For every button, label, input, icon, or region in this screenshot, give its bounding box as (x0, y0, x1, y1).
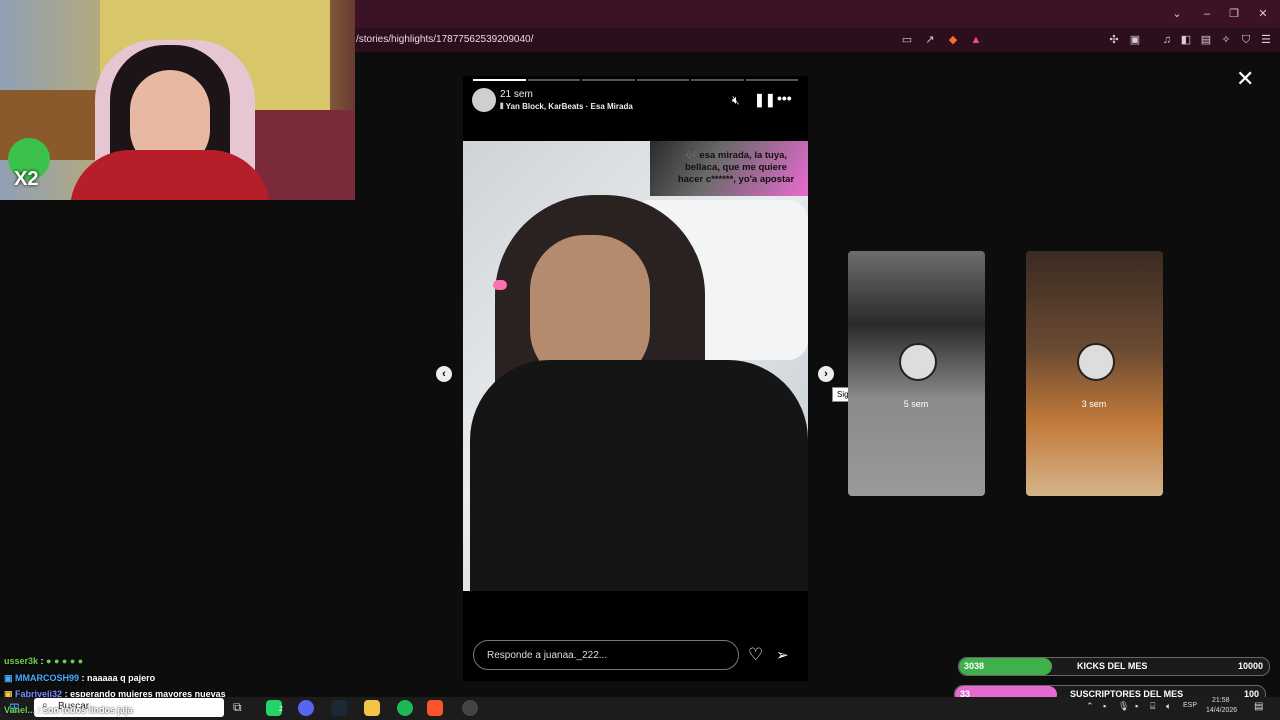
wallet-icon[interactable]: ▤ (1199, 33, 1213, 47)
volume-icon[interactable]: 🔈︎ (1166, 701, 1171, 712)
steam-icon[interactable] (331, 700, 347, 716)
chevron-left-icon: ‹ (442, 368, 446, 380)
story-progress-segment (582, 79, 635, 81)
badge-icon: ▣ (4, 673, 13, 683)
heart-icon[interactable]: ♡ (748, 645, 763, 665)
address-bar[interactable]: /stories/highlights/17877562539209040/ (356, 34, 533, 45)
story-caption: 🎶 esa mirada, la tuya, bellaca, que me q… (677, 150, 795, 185)
chat-username: Vanel... (4, 705, 36, 715)
task-view-icon[interactable]: ⧉ (233, 700, 242, 715)
chat-text: naaaaa q pajero (87, 673, 156, 683)
thumbnail-avatar (899, 343, 937, 381)
more-options-icon[interactable]: ••• (777, 90, 792, 106)
story-thumbnail[interactable]: 5 sem (848, 251, 985, 496)
thumbnail-avatar (1077, 343, 1115, 381)
story-progress-segment (636, 79, 689, 81)
language-indicator[interactable]: ESP (1183, 702, 1197, 709)
story-progress-segment (473, 79, 526, 81)
vpn-shield-icon[interactable]: ⛉ (1239, 33, 1253, 47)
story-progress-segment (527, 79, 580, 81)
chat-text: son todos lindos jaja (43, 705, 133, 715)
sidebar-icon[interactable]: ◧ (1179, 33, 1193, 47)
story-posted-ago: 21 sem (500, 89, 533, 100)
browser-titlebar (355, 0, 1280, 28)
obs-icon[interactable] (462, 700, 478, 716)
restore-icon[interactable]: ❐ (1227, 7, 1241, 21)
cast-icon[interactable]: ▭ (900, 33, 914, 47)
network-icon[interactable]: ⌸ (1150, 701, 1155, 712)
screenshot-icon[interactable]: ▣ (1128, 33, 1142, 47)
share-icon[interactable]: ↗ (923, 33, 937, 47)
previous-story-button[interactable]: ‹ (436, 366, 452, 382)
thumbnail-time: 3 sem (1081, 399, 1107, 409)
kicks-label: KICKS DEL MES (1077, 661, 1148, 671)
reply-placeholder: Responde a juanaa._222... (487, 650, 608, 661)
chevron-up-icon[interactable]: ⌃ (1086, 701, 1094, 712)
thumbnail-time: 5 sem (903, 399, 929, 409)
close-window-icon[interactable]: ✕ (1256, 7, 1270, 21)
hair-clip (493, 280, 507, 290)
leo-ai-icon[interactable]: ✧ (1219, 33, 1233, 47)
story-progress-segment (691, 79, 744, 81)
send-icon[interactable]: ➢ (776, 646, 789, 664)
mute-icon[interactable]: 🔇︎ (732, 93, 740, 108)
discord-icon[interactable] (298, 700, 314, 716)
chevron-right-icon: › (824, 368, 828, 380)
minimize-icon[interactable]: – (1200, 7, 1214, 21)
close-icon[interactable]: ✕ (1236, 66, 1254, 92)
spotify-icon[interactable] (397, 700, 413, 716)
pause-icon[interactable]: ❚❚ (754, 92, 776, 108)
tray-icon[interactable]: ▪ (1135, 701, 1138, 711)
story-music[interactable]: ⦀ Yan Block, KarBeats · Esa Mirada (500, 102, 633, 112)
chat-username: usser3k (4, 656, 39, 666)
brave-icon[interactable] (427, 700, 443, 716)
file-explorer-icon[interactable] (364, 700, 380, 716)
extensions-icon[interactable]: ✣ (1107, 33, 1121, 47)
brave-shield-icon[interactable]: ◆ (946, 33, 960, 47)
story-progress-segment (745, 79, 798, 81)
tray-icon[interactable]: ▪ (1103, 701, 1106, 711)
music-icon[interactable]: ♫ (1160, 33, 1174, 47)
emote-multiplier: X2 (14, 168, 39, 190)
clock-date[interactable]: 14/4/2026 (1206, 707, 1237, 714)
webcam-streamer-body (70, 150, 270, 200)
story-music-label: Yan Block, KarBeats · Esa Mirada (505, 102, 633, 111)
chat-message: Vanel... : son todos lindos jaja (4, 705, 133, 715)
whatsapp-badge: 2 (279, 706, 283, 713)
brave-rewards-icon[interactable]: ▲ (969, 33, 983, 47)
kicks-current: 3038 (964, 661, 985, 671)
story-avatar[interactable] (472, 88, 496, 112)
webcam-overlay: X2 (0, 0, 355, 200)
story-thumbnail[interactable]: 3 sem (1026, 251, 1163, 496)
chat-message: ▣ MMARCOSH99 : naaaaa q pajero (4, 673, 156, 683)
kicks-target: 10000 (1237, 661, 1263, 671)
clock-time[interactable]: 21:58 (1212, 697, 1230, 704)
next-story-button[interactable]: › (818, 366, 834, 382)
story-photo-shirt (470, 360, 808, 591)
webcam-blanket (250, 110, 355, 200)
chat-message: usser3k : ● ● ● ● ● (4, 656, 84, 666)
notification-icon[interactable]: ▤ (1254, 701, 1263, 712)
microphone-icon[interactable]: 🎙︎ (1118, 701, 1129, 712)
emote-icon: ● ● ● ● ● (46, 656, 84, 666)
chat-username: MMARCOSH99 (15, 673, 80, 683)
chevron-down-icon[interactable]: ⌄ (1170, 7, 1184, 21)
kicks-goal-bar: 3038 KICKS DEL MES 10000 (958, 657, 1270, 676)
menu-icon[interactable]: ☰ (1259, 33, 1273, 47)
